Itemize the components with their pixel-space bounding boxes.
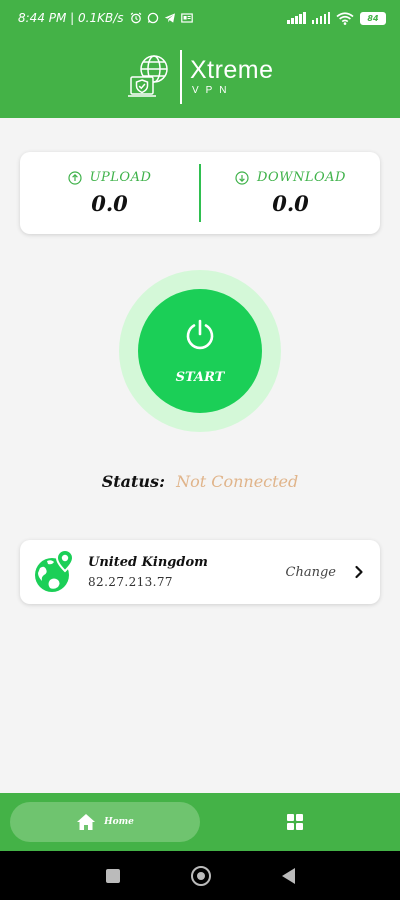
status-value: Not Connected	[176, 472, 299, 491]
battery-icon: 84	[360, 11, 386, 25]
download-arrow-icon	[235, 170, 249, 185]
change-server-button[interactable]: Change	[286, 565, 336, 580]
telegram-icon	[164, 13, 175, 23]
server-card[interactable]: United Kingdom 82.27.213.77 Change	[20, 540, 380, 604]
alarm-icon	[130, 12, 141, 24]
status-bar-left: 8:44 PM | 0.1KB/s	[18, 11, 193, 25]
server-ip: 82.27.213.77	[88, 575, 173, 589]
logo-text: Xtreme VPN	[190, 58, 274, 96]
status-label: Status:	[101, 472, 165, 491]
signal-icon	[311, 12, 330, 24]
home-circle-icon[interactable]	[190, 865, 211, 886]
nav-home-label: Home	[104, 817, 134, 827]
nav-home-tab[interactable]: Home	[10, 802, 200, 842]
upload-value: 0.0	[91, 191, 128, 216]
download-stat: DOWNLOAD 0.0	[201, 170, 380, 216]
app-logo: Xtreme VPN	[126, 50, 273, 104]
back-triangle-icon[interactable]	[281, 867, 295, 884]
grid-icon[interactable]	[287, 814, 303, 830]
server-info: United Kingdom 82.27.213.77	[88, 555, 286, 589]
upload-label-row: UPLOAD	[67, 170, 152, 185]
home-icon	[77, 814, 96, 830]
app-icon	[180, 13, 193, 23]
download-value: 0.0	[272, 191, 309, 216]
download-label: DOWNLOAD	[257, 170, 346, 185]
logo-divider	[180, 50, 182, 104]
start-button-ring: START	[119, 270, 281, 432]
speed-card: UPLOAD 0.0 DOWNLOAD 0.0	[20, 152, 380, 234]
app-header: Xtreme VPN	[0, 36, 400, 118]
recents-square-icon[interactable]	[105, 868, 120, 883]
whatsapp-icon	[147, 12, 158, 24]
start-button[interactable]: START	[138, 289, 262, 413]
globe-laptop-shield-icon	[128, 55, 169, 97]
upload-label: UPLOAD	[89, 170, 152, 185]
connection-status: Status: Not Connected	[0, 472, 400, 491]
status-bar: 8:44 PM | 0.1KB/s 84	[0, 0, 400, 36]
upload-arrow-icon	[67, 170, 82, 185]
chevron-right-icon[interactable]	[352, 565, 366, 579]
globe-location-icon	[35, 549, 75, 592]
app-title: Xtreme	[189, 56, 274, 84]
download-label-row: DOWNLOAD	[235, 170, 346, 185]
upload-stat: UPLOAD 0.0	[20, 170, 199, 216]
system-nav-bar	[0, 851, 400, 900]
start-label: START	[175, 369, 225, 385]
status-bar-right: 84	[287, 11, 386, 25]
notification-icons	[130, 12, 193, 24]
power-icon	[186, 319, 214, 349]
status-time-speed: 8:44 PM | 0.1KB/s	[18, 11, 124, 25]
wifi-icon	[336, 11, 354, 25]
bottom-nav: Home	[0, 793, 400, 851]
app-subtitle: VPN	[191, 85, 234, 96]
server-country: United Kingdom	[88, 555, 208, 570]
signal-icon	[287, 12, 306, 24]
